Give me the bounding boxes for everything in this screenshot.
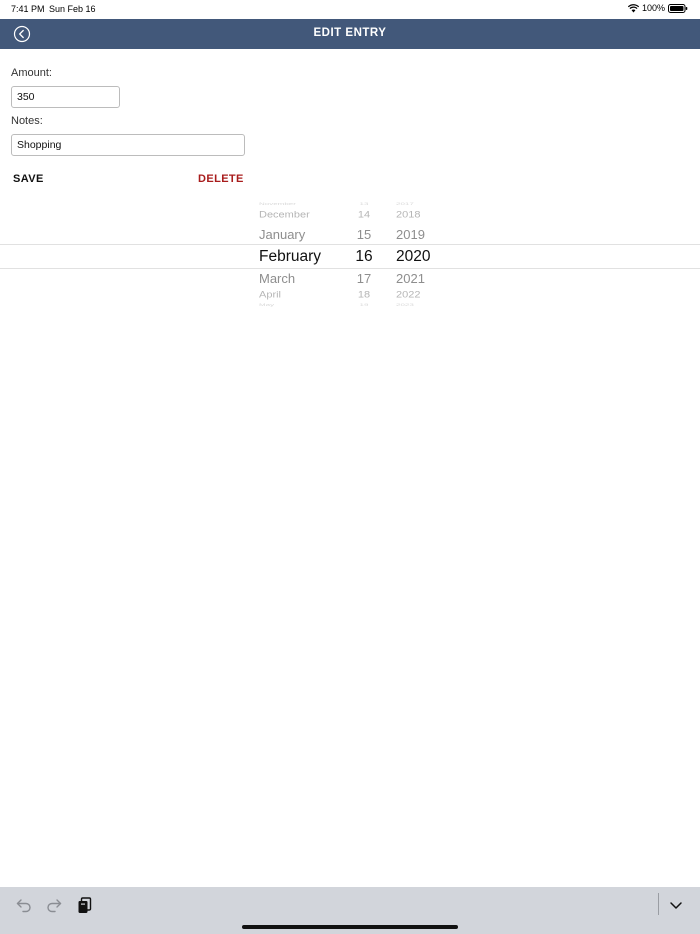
wifi-icon: [627, 3, 639, 13]
notes-label: Notes:: [11, 115, 43, 127]
redo-button[interactable]: [44, 895, 64, 915]
save-button[interactable]: SAVE: [13, 173, 44, 185]
picker-month-item[interactable]: January: [259, 227, 305, 242]
undo-icon: [14, 899, 34, 919]
paste-button[interactable]: [75, 895, 95, 915]
picker-year-item[interactable]: 2021: [396, 271, 425, 286]
picker-month-item[interactable]: May: [259, 303, 274, 307]
status-date: Sun Feb 16: [49, 4, 96, 14]
picker-day-item[interactable]: 19: [352, 303, 376, 307]
home-indicator: [242, 925, 458, 929]
year-wheel[interactable]: 2017 2018 2019 2020 2021 2022 2023: [396, 200, 436, 312]
picker-month-item[interactable]: April: [259, 290, 281, 300]
paste-icon: [75, 897, 95, 919]
picker-month-item[interactable]: March: [259, 271, 295, 286]
picker-day-item[interactable]: 17: [352, 271, 376, 286]
picker-selection-bottom-line: [0, 268, 700, 269]
month-wheel[interactable]: November December January February March…: [259, 200, 339, 312]
picker-day-item[interactable]: 14: [352, 210, 376, 220]
nav-bar: EDIT ENTRY: [0, 19, 700, 49]
battery-percent: 100%: [641, 3, 665, 13]
status-bar: 7:41 PM Sun Feb 16 100%: [0, 0, 700, 18]
picker-year-selected[interactable]: 2020: [396, 248, 430, 266]
page-title: EDIT ENTRY: [313, 27, 387, 39]
picker-day-item[interactable]: 15: [352, 227, 376, 242]
amount-label: Amount:: [11, 67, 52, 79]
picker-day-item[interactable]: 18: [352, 290, 376, 300]
picker-year-item[interactable]: 2019: [396, 227, 425, 242]
picker-month-item[interactable]: November: [259, 202, 296, 206]
chevron-down-icon: [666, 902, 686, 919]
status-indicators: 100%: [627, 3, 688, 13]
picker-year-item[interactable]: 2022: [396, 290, 420, 300]
picker-year-item[interactable]: 2018: [396, 210, 420, 220]
notes-field[interactable]: [11, 134, 245, 156]
date-picker[interactable]: November December January February March…: [0, 200, 700, 312]
status-time: 7:41 PM: [11, 4, 45, 14]
picker-month-item[interactable]: December: [259, 210, 310, 220]
picker-year-item[interactable]: 2023: [396, 303, 414, 307]
battery-icon: [668, 3, 688, 13]
picker-day-selected[interactable]: 16: [352, 248, 376, 266]
undo-button[interactable]: [14, 895, 34, 915]
delete-button[interactable]: DELETE: [198, 173, 244, 185]
picker-month-selected[interactable]: February: [259, 248, 321, 266]
dismiss-keyboard-button[interactable]: [666, 895, 686, 915]
accessory-divider: [658, 893, 659, 915]
redo-icon: [44, 899, 64, 919]
picker-selection-top-line: [0, 244, 700, 245]
picker-year-item[interactable]: 2017: [396, 202, 414, 206]
day-wheel[interactable]: 13 14 15 16 17 18 19: [352, 200, 376, 312]
picker-day-item[interactable]: 13: [352, 202, 376, 206]
amount-field[interactable]: [11, 86, 120, 108]
